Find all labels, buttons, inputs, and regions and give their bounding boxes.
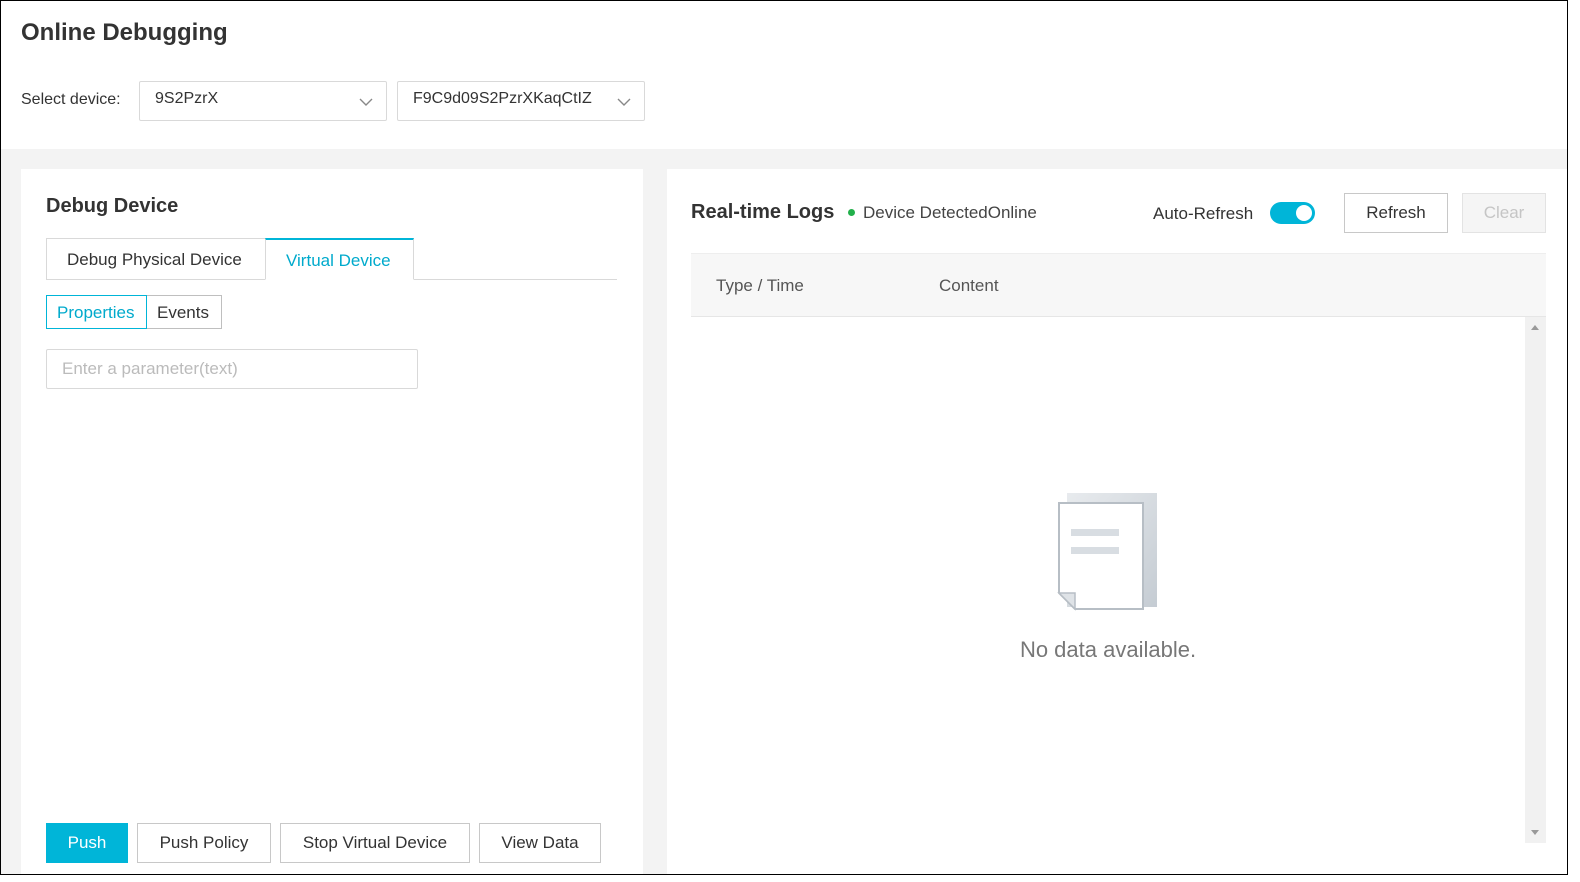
tab-debug-physical-device[interactable]: Debug Physical Device: [46, 238, 266, 280]
auto-refresh-toggle[interactable]: [1270, 202, 1315, 224]
scroll-down-arrow-icon[interactable]: [1531, 830, 1539, 835]
realtime-logs-panel: Real-time Logs Device DetectedOnline Aut…: [667, 169, 1567, 874]
product-select-value: 9S2PzrX: [155, 90, 219, 107]
empty-document-icon: [1057, 493, 1157, 611]
empty-state-text: No data available.: [1019, 637, 1197, 662]
segment-events[interactable]: Events: [146, 295, 222, 329]
segment-properties[interactable]: Properties: [46, 295, 147, 329]
chevron-down-icon: [617, 98, 631, 106]
debug-device-title: Debug Device: [46, 195, 179, 217]
stop-virtual-device-button[interactable]: Stop Virtual Device: [280, 823, 470, 863]
logs-scrollbar[interactable]: [1525, 317, 1546, 843]
chevron-down-icon: [359, 98, 373, 106]
toggle-knob: [1296, 205, 1312, 221]
app-window: Online Debugging Select device: 9S2PzrX …: [0, 0, 1568, 875]
column-content: Content: [939, 276, 999, 295]
parameter-input[interactable]: [46, 349, 418, 389]
select-device-label: Select device:: [21, 91, 121, 108]
page-title: Online Debugging: [21, 19, 228, 46]
push-policy-button[interactable]: Push Policy: [137, 823, 271, 863]
refresh-button[interactable]: Refresh: [1344, 193, 1448, 233]
debug-device-panel: Debug Device Debug Physical Device Virtu…: [21, 169, 643, 874]
view-data-button[interactable]: View Data: [479, 823, 601, 863]
device-select-value: F9C9d09S2PzrXKaqCtIZ: [413, 90, 592, 107]
online-status-dot-icon: [848, 209, 855, 216]
tab-virtual-device[interactable]: Virtual Device: [265, 238, 414, 280]
auto-refresh-label: Auto-Refresh: [1153, 204, 1254, 223]
column-type-time: Type / Time: [716, 276, 804, 295]
push-button[interactable]: Push: [46, 823, 128, 863]
top-bar: Online Debugging Select device: 9S2PzrX …: [1, 1, 1567, 149]
scroll-up-arrow-icon[interactable]: [1531, 325, 1539, 330]
device-status-text: Device DetectedOnline: [863, 203, 1037, 222]
device-select[interactable]: F9C9d09S2PzrXKaqCtIZ: [397, 81, 645, 121]
clear-button[interactable]: Clear: [1462, 193, 1546, 233]
realtime-logs-title: Real-time Logs: [691, 201, 835, 223]
product-select[interactable]: 9S2PzrX: [139, 81, 387, 121]
logs-table-header: Type / Time Content: [691, 253, 1546, 317]
